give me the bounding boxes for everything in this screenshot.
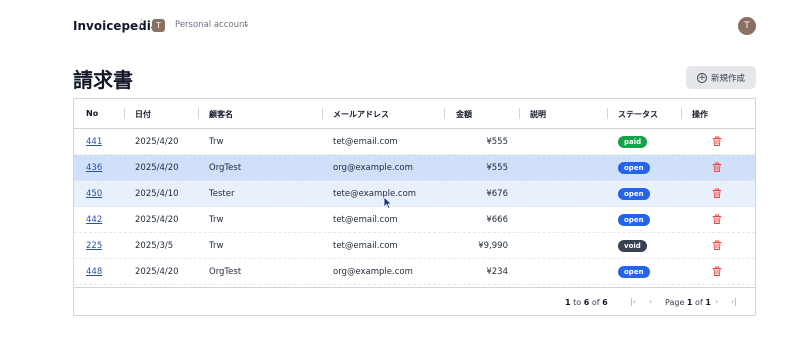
invoice-date: 2025/4/10 [135, 189, 179, 199]
invoice-number-link[interactable]: 448 [86, 267, 102, 277]
invoice-table: No 日付 顧客名 メールアドレス 金額 説明 ステータス 操作 441 2025… [73, 98, 756, 316]
table-row[interactable]: 442 2025/4/20 Trw tet@email.com ¥666 open [74, 207, 755, 233]
column-resizer[interactable] [607, 108, 608, 119]
column-resizer[interactable] [198, 108, 199, 119]
customer-name: OrgTest [209, 267, 242, 277]
invoice-number-link[interactable]: 441 [86, 137, 102, 147]
brand-logo[interactable]: Invoicepedia [73, 19, 159, 33]
invoice-date: 2025/4/20 [135, 137, 179, 147]
column-header-actions: 操作 [692, 110, 708, 119]
status-badge: open [618, 188, 650, 200]
table-header: No 日付 顧客名 メールアドレス 金額 説明 ステータス 操作 [74, 99, 755, 129]
column-resizer[interactable] [519, 108, 520, 119]
column-header-email[interactable]: メールアドレス [333, 109, 389, 120]
customer-name: OrgTest [209, 163, 242, 173]
table-row[interactable]: 436 2025/4/20 OrgTest org@example.com ¥555 op… [74, 155, 755, 181]
invoice-amount: ¥9,990 [478, 241, 508, 251]
column-header-amount[interactable]: 金額 [456, 109, 472, 120]
customer-name: Trw [209, 215, 224, 225]
invoice-number-link[interactable]: 436 [86, 163, 102, 173]
user-avatar[interactable]: T [738, 17, 756, 35]
column-header-description[interactable]: 説明 [530, 109, 546, 120]
column-resizer[interactable] [681, 108, 682, 119]
customer-email: tete@example.com [333, 189, 417, 199]
customer-email: tet@email.com [333, 215, 398, 225]
status-badge: void [618, 240, 647, 252]
column-header-customer[interactable]: 顧客名 [209, 109, 233, 120]
trash-icon[interactable] [711, 161, 723, 173]
invoice-date: 2025/4/20 [135, 267, 179, 277]
last-page-icon[interactable]: ›| [731, 297, 737, 306]
status-badge: open [618, 266, 650, 278]
prev-page-icon[interactable]: ‹ [649, 297, 652, 306]
trash-icon[interactable] [711, 239, 723, 251]
customer-name: Trw [209, 137, 224, 147]
new-invoice-label: 新規作成 [710, 73, 745, 84]
page-indicator: Page 1 of 1 [665, 298, 711, 307]
top-bar: Invoicepedia / T Personal account ⌄ T [0, 0, 800, 52]
column-resizer[interactable] [124, 108, 125, 119]
invoice-date: 2025/4/20 [135, 163, 179, 173]
column-header-no[interactable]: No [86, 109, 98, 118]
invoice-date: 2025/4/20 [135, 215, 179, 225]
customer-email: tet@email.com [333, 137, 398, 147]
table-row[interactable]: 448 2025/4/20 OrgTest org@example.com ¥234 op… [74, 259, 755, 285]
customer-name: Trw [209, 241, 224, 251]
column-resizer[interactable] [444, 108, 445, 119]
invoice-amount: ¥555 [486, 137, 508, 147]
table-row[interactable]: 450 2025/4/10 Tester tete@example.com ¥676 op… [74, 181, 755, 207]
trash-icon[interactable] [711, 213, 723, 225]
account-avatar[interactable]: T [152, 19, 165, 32]
row-count: 1 to 6 of 6 [565, 298, 608, 307]
first-page-icon[interactable]: |‹ [630, 297, 636, 306]
cursor-icon [383, 196, 393, 210]
trash-icon[interactable] [711, 265, 723, 277]
invoice-number-link[interactable]: 450 [86, 189, 102, 199]
customer-name: Tester [209, 189, 235, 199]
table-row[interactable]: 441 2025/4/20 Trw tet@email.com ¥555 paid [74, 129, 755, 155]
table-footer: 1 to 6 of 6 |‹ ‹ Page 1 of 1 › ›| [74, 287, 755, 316]
table-row[interactable]: 225 2025/3/5 Trw tet@email.com ¥9,990 void [74, 233, 755, 259]
invoice-amount: ¥234 [486, 267, 508, 277]
new-invoice-button[interactable]: + 新規作成 [686, 66, 756, 89]
next-page-icon[interactable]: › [715, 297, 718, 306]
column-resizer[interactable] [322, 108, 323, 119]
account-switcher[interactable]: Personal account [175, 20, 248, 30]
invoice-amount: ¥555 [486, 163, 508, 173]
invoice-amount: ¥676 [486, 189, 508, 199]
customer-email: org@example.com [333, 267, 413, 277]
customer-email: tet@email.com [333, 241, 398, 251]
column-header-date[interactable]: 日付 [135, 109, 151, 120]
status-badge: open [618, 214, 650, 226]
trash-icon[interactable] [711, 187, 723, 199]
invoice-date: 2025/3/5 [135, 241, 174, 251]
invoice-amount: ¥666 [486, 215, 508, 225]
invoice-number-link[interactable]: 225 [86, 241, 102, 251]
status-badge: paid [618, 136, 648, 148]
customer-email: org@example.com [333, 163, 413, 173]
invoice-number-link[interactable]: 442 [86, 215, 102, 225]
column-header-status[interactable]: ステータス [618, 109, 658, 120]
trash-icon[interactable] [711, 135, 723, 147]
page-title: 請求書 [73, 68, 133, 92]
chevron-down-icon[interactable]: ⌄ [243, 19, 250, 28]
status-badge: open [618, 162, 650, 174]
breadcrumb-separator: / [138, 17, 143, 32]
plus-circle-icon: + [696, 72, 707, 83]
